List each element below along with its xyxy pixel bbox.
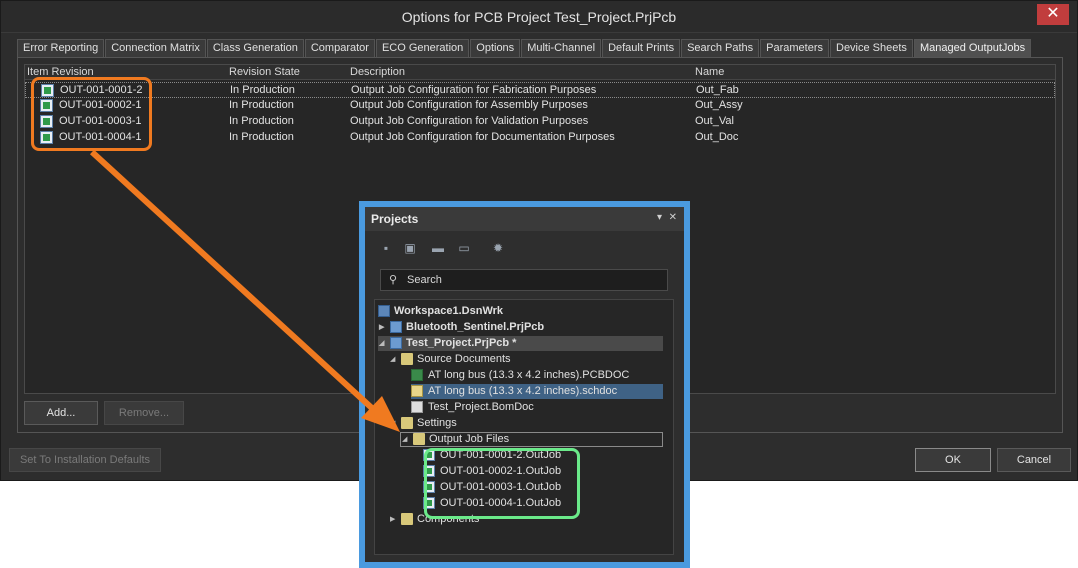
set-installation-defaults-button[interactable]: Set To Installation Defaults	[9, 448, 161, 472]
tab-bar: Error Reporting Connection Matrix Class …	[17, 39, 1032, 57]
search-icon: ⚲	[389, 274, 398, 286]
tab-device-sheets[interactable]: Device Sheets	[830, 39, 913, 57]
panel-menu-icon[interactable]: ▾	[657, 212, 662, 223]
tab-eco-generation[interactable]: ECO Generation	[375, 39, 470, 57]
name-cell: Out_Assy	[695, 99, 743, 111]
revision-state-cell: In Production	[229, 115, 294, 127]
name-cell: Out_Val	[695, 115, 734, 127]
description-cell: Output Job Configuration for Assembly Pu…	[350, 99, 588, 111]
ok-button[interactable]: OK	[915, 448, 991, 472]
expand-arrow-icon[interactable]: ▶	[390, 512, 395, 527]
collapse-arrow-icon[interactable]: ◢	[379, 336, 384, 351]
tab-multi-channel[interactable]: Multi-Channel	[521, 39, 602, 57]
expand-arrow-icon[interactable]: ▶	[379, 320, 384, 335]
revision-state-cell: In Production	[229, 131, 294, 143]
pcb-project-icon	[390, 337, 402, 349]
tab-class-generation[interactable]: Class Generation	[206, 39, 304, 57]
column-header-name[interactable]: Name	[695, 66, 724, 78]
folder-icon	[401, 417, 413, 429]
remove-button[interactable]: Remove...	[104, 401, 184, 425]
table-header: Item Revision Revision State Description…	[25, 65, 1055, 80]
open-folder-icon[interactable]: ▬	[431, 241, 445, 255]
folder-icon	[401, 353, 413, 365]
workspace-icon	[378, 305, 390, 317]
tab-managed-outputjobs[interactable]: Managed OutputJobs	[913, 39, 1032, 57]
revision-state-cell: In Production	[230, 84, 295, 96]
schematic-document-icon	[411, 385, 423, 397]
projects-titlebar: Projects ▾ ✕	[365, 207, 684, 231]
folder-icon	[401, 513, 413, 525]
cancel-button[interactable]: Cancel	[997, 448, 1071, 472]
tab-parameters[interactable]: Parameters	[760, 39, 829, 57]
revision-state-cell: In Production	[229, 99, 294, 111]
dialog-title: Options for PCB Project Test_Project.Prj…	[401, 9, 677, 25]
close-button[interactable]: ✕	[1037, 4, 1069, 25]
folder-icon	[413, 433, 425, 445]
close-project-icon[interactable]: ▭	[457, 241, 471, 255]
tab-error-reporting[interactable]: Error Reporting	[17, 39, 105, 57]
bom-document-icon	[411, 401, 423, 413]
description-cell: Output Job Configuration for Validation …	[350, 115, 589, 127]
dialog-titlebar: Options for PCB Project Test_Project.Prj…	[1, 1, 1077, 33]
panel-close-icon[interactable]: ✕	[669, 212, 677, 223]
tab-default-prints[interactable]: Default Prints	[602, 39, 681, 57]
description-cell: Output Job Configuration for Fabrication…	[351, 84, 597, 96]
tab-connection-matrix[interactable]: Connection Matrix	[105, 39, 206, 57]
search-field[interactable]: ⚲ Search	[380, 269, 668, 291]
table-items-highlight	[31, 77, 152, 151]
table-row[interactable]: OUT-001-0003-1 In Production Output Job …	[25, 114, 1055, 130]
table-row[interactable]: OUT-001-0001-2 In Production Output Job …	[25, 82, 1055, 98]
pcb-project-icon	[390, 321, 402, 333]
table-row[interactable]: OUT-001-0002-1 In Production Output Job …	[25, 98, 1055, 114]
search-placeholder: Search	[407, 274, 442, 286]
column-header-revision-state[interactable]: Revision State	[229, 66, 300, 78]
name-cell: Out_Doc	[695, 131, 739, 143]
pcb-document-icon	[411, 369, 423, 381]
name-cell: Out_Fab	[696, 84, 739, 96]
tab-comparator[interactable]: Comparator	[304, 39, 375, 57]
collapse-arrow-icon[interactable]: ◢	[390, 352, 395, 367]
projects-title: Projects	[371, 212, 419, 226]
collapse-arrow-icon[interactable]: ◢	[390, 416, 395, 431]
tab-search-paths[interactable]: Search Paths	[681, 39, 760, 57]
gear-icon[interactable]: ✹	[491, 241, 505, 255]
table-row[interactable]: OUT-001-0004-1 In Production Output Job …	[25, 130, 1055, 146]
tree-item-output-job-files[interactable]: ◢ Output Job Files	[400, 432, 663, 447]
save-icon[interactable]: ▪	[379, 241, 393, 255]
add-button[interactable]: Add...	[24, 401, 98, 425]
tree-item-test-project[interactable]: ◢ Test_Project.PrjPcb *	[378, 336, 663, 351]
tab-options[interactable]: Options	[470, 39, 521, 57]
tree-item-schdoc[interactable]: AT long bus (13.3 x 4.2 inches).schdoc	[411, 384, 663, 399]
compile-icon[interactable]: ▣	[403, 241, 417, 255]
column-header-description[interactable]: Description	[350, 66, 405, 78]
description-cell: Output Job Configuration for Documentati…	[350, 131, 615, 143]
outjob-files-highlight	[424, 448, 580, 519]
collapse-arrow-icon[interactable]: ◢	[402, 433, 407, 446]
